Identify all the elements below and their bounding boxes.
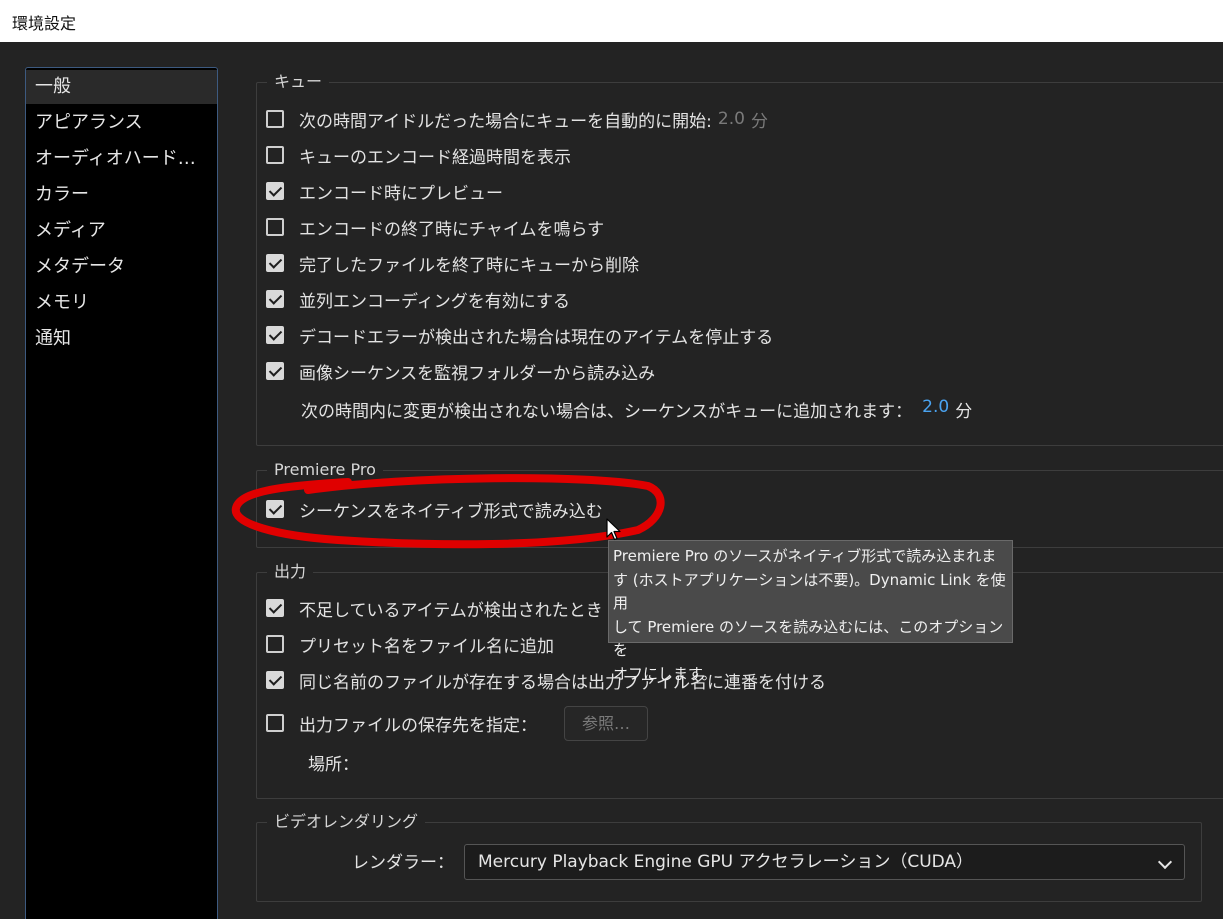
native-import-tooltip: Premiere Pro のソースがネイティブ形式で読み込まれま す (ホストア… [608,540,1013,683]
checkbox[interactable] [266,182,284,200]
video-rendering-legend: ビデオレンダリング [267,811,426,833]
output-legend: 出力 [267,561,314,583]
queue-legend: キュー [267,71,330,93]
sidebar-item-audio-hardware[interactable]: オーディオハード… [26,142,217,176]
renderer-label: レンダラー： [352,853,454,873]
checkbox[interactable] [266,326,284,344]
option-label: プリセット名をファイル名に追加 [299,636,554,657]
option-label: 画像シーケンスを監視フォルダーから読み込み [299,363,656,384]
queue-preview-option[interactable]: エンコード時にプレビュー [266,176,503,206]
option-label: 次の時間アイドルだった場合にキューを自動的に開始: [299,111,712,132]
mouse-cursor-icon [606,518,621,541]
title-bar: 環境設定 [0,0,1223,42]
option-label: 完了したファイルを終了時にキューから削除 [299,255,639,276]
idle-time-unit: 分 [750,111,768,132]
option-label: エンコード時にプレビュー [299,183,503,204]
window-title: 環境設定 [12,14,77,33]
sidebar-item-general[interactable]: 一般 [26,70,217,104]
output-destination-option[interactable]: 出力ファイルの保存先を指定： [266,708,537,738]
option-label: キューのエンコード経過時間を表示 [299,147,571,168]
checkbox[interactable] [266,110,284,128]
sidebar-item-notifications[interactable]: 通知 [26,322,217,356]
tooltip-line: して Premiere のソースを読み込むには、このオプションを [613,617,1004,660]
sequence-note: 次の時間内に変更が検出されない場合は、シーケンスがキューに追加されます： 2.0… [301,397,972,422]
checkbox[interactable] [266,599,284,617]
queue-image-sequence-option[interactable]: 画像シーケンスを監視フォルダーから読み込み [266,356,655,386]
queue-auto-start-option[interactable]: 次の時間アイドルだった場合にキューを自動的に開始: 2.0 分 [266,104,768,134]
sequence-time-value[interactable]: 2.0 [922,397,949,422]
checkbox[interactable] [266,714,284,732]
sidebar-item-memory[interactable]: メモリ [26,286,217,320]
option-label: デコードエラーが検出された場合は現在のアイテムを停止する [299,327,774,348]
sequence-time-unit: 分 [955,402,973,422]
renderer-select[interactable]: Mercury Playback Engine GPU アクセラレーション（CU… [464,844,1185,880]
browse-button[interactable]: 参照… [564,706,648,741]
checkbox[interactable] [266,290,284,308]
checkbox[interactable] [266,635,284,653]
output-missing-items-option[interactable]: 不足しているアイテムが検出されたとき [266,593,603,623]
sidebar-item-metadata[interactable]: メタデータ [26,250,217,284]
idle-time-value[interactable]: 2.0 [718,109,745,129]
checkbox[interactable] [266,218,284,236]
output-preset-name-option[interactable]: プリセット名をファイル名に追加 [266,629,554,659]
checkbox[interactable] [266,671,284,689]
queue-show-elapsed-option[interactable]: キューのエンコード経過時間を表示 [266,140,571,170]
queue-stop-on-error-option[interactable]: デコードエラーが検出された場合は現在のアイテムを停止する [266,320,773,350]
preferences-sidebar: 一般 アピアランス オーディオハード… カラー メディア メタデータ メモリ 通… [25,67,218,919]
checkbox[interactable] [266,362,284,380]
chevron-down-icon [1157,854,1173,870]
tooltip-line: オフにします。 [613,664,717,683]
option-label: 出力ファイルの保存先を指定： [299,715,537,736]
option-label: エンコードの終了時にチャイムを鳴らす [299,219,605,240]
sequence-note-text: 次の時間内に変更が検出されない場合は、シーケンスがキューに追加されます： [301,402,913,422]
checkbox[interactable] [266,254,284,272]
sidebar-item-media[interactable]: メディア [26,214,217,248]
renderer-value: Mercury Playback Engine GPU アクセラレーション（CU… [478,852,974,872]
checkbox[interactable] [266,146,284,164]
location-label: 場所： [308,755,359,775]
option-label: 並列エンコーディングを有効にする [299,291,570,312]
queue-chime-option[interactable]: エンコードの終了時にチャイムを鳴らす [266,212,604,242]
queue-parallel-encoding-option[interactable]: 並列エンコーディングを有効にする [266,284,570,314]
tooltip-line: Premiere Pro のソースがネイティブ形式で読み込まれま [613,547,997,565]
sidebar-item-color[interactable]: カラー [26,178,217,212]
option-label: 不足しているアイテムが検出されたとき [299,600,603,621]
sidebar-item-appearance[interactable]: アピアランス [26,106,217,140]
tooltip-line: す (ホストアプリケーションは不要)。Dynamic Link を使用 [613,570,1006,613]
queue-remove-completed-option[interactable]: 完了したファイルを終了時にキューから削除 [266,248,639,278]
